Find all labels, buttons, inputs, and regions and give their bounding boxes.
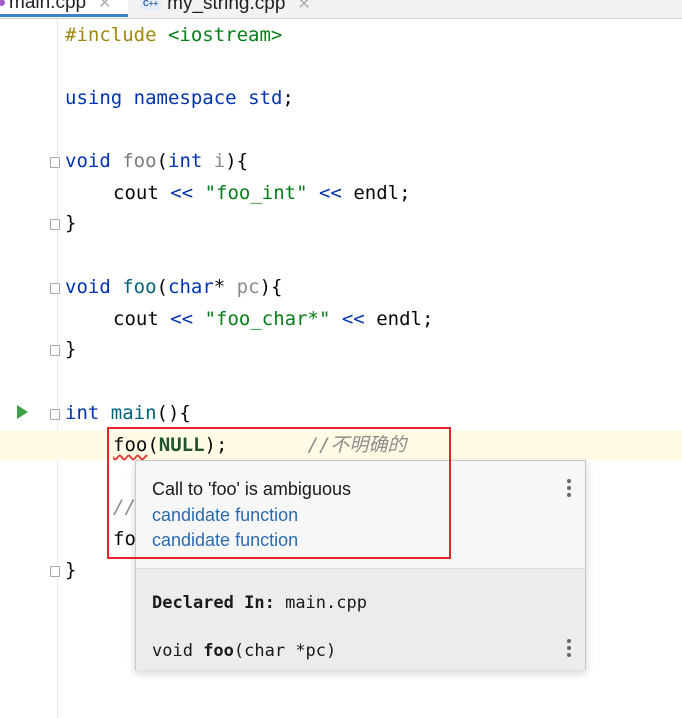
fold-icon[interactable] [50, 409, 60, 420]
cpp-file-icon [0, 0, 5, 6]
close-icon[interactable]: ✕ [297, 0, 310, 14]
fold-icon[interactable] [50, 345, 60, 356]
more-options-icon[interactable] [567, 479, 571, 500]
run-icon[interactable] [17, 405, 28, 419]
tab-my-string-cpp[interactable]: C++ my_string.cpp ✕ [140, 0, 311, 17]
tab-label: my_string.cpp [167, 0, 286, 14]
cpp-file-icon: C++ [140, 0, 162, 10]
more-options-icon[interactable] [567, 639, 571, 660]
code-line[interactable]: void foo(int i){ [65, 148, 248, 174]
code-line[interactable]: cout << "foo_int" << endl; [113, 180, 411, 206]
popup-declaration-section: Declared In: main.cpp void foo(char *pc) [136, 568, 585, 670]
code-line[interactable]: void foo(char* pc){ [65, 274, 282, 300]
line-gutter[interactable] [0, 19, 58, 718]
code-line[interactable]: int main(){ [65, 400, 191, 426]
code-line[interactable]: } [65, 557, 76, 583]
editor-tab-bar: main.cpp ✕ C++ my_string.cpp ✕ [0, 0, 682, 19]
tab-main-cpp[interactable]: main.cpp ✕ [0, 0, 128, 17]
tab-label: main.cpp [9, 0, 87, 13]
fold-icon[interactable] [50, 566, 60, 577]
fold-icon[interactable] [50, 283, 60, 294]
declared-in: Declared In: main.cpp [152, 593, 367, 613]
fold-icon[interactable] [50, 157, 60, 168]
code-line[interactable]: cout << "foo_char*" << endl; [113, 306, 433, 332]
close-icon[interactable]: ✕ [98, 0, 111, 13]
annotation-highlight-box [107, 427, 451, 559]
function-signature: void foo(char *pc) [152, 641, 337, 661]
code-line[interactable]: } [65, 210, 76, 236]
code-line[interactable]: #include <iostream> [65, 22, 282, 48]
code-line[interactable]: } [65, 336, 76, 362]
code-line[interactable]: using namespace std; [65, 85, 294, 111]
fold-icon[interactable] [50, 219, 60, 230]
